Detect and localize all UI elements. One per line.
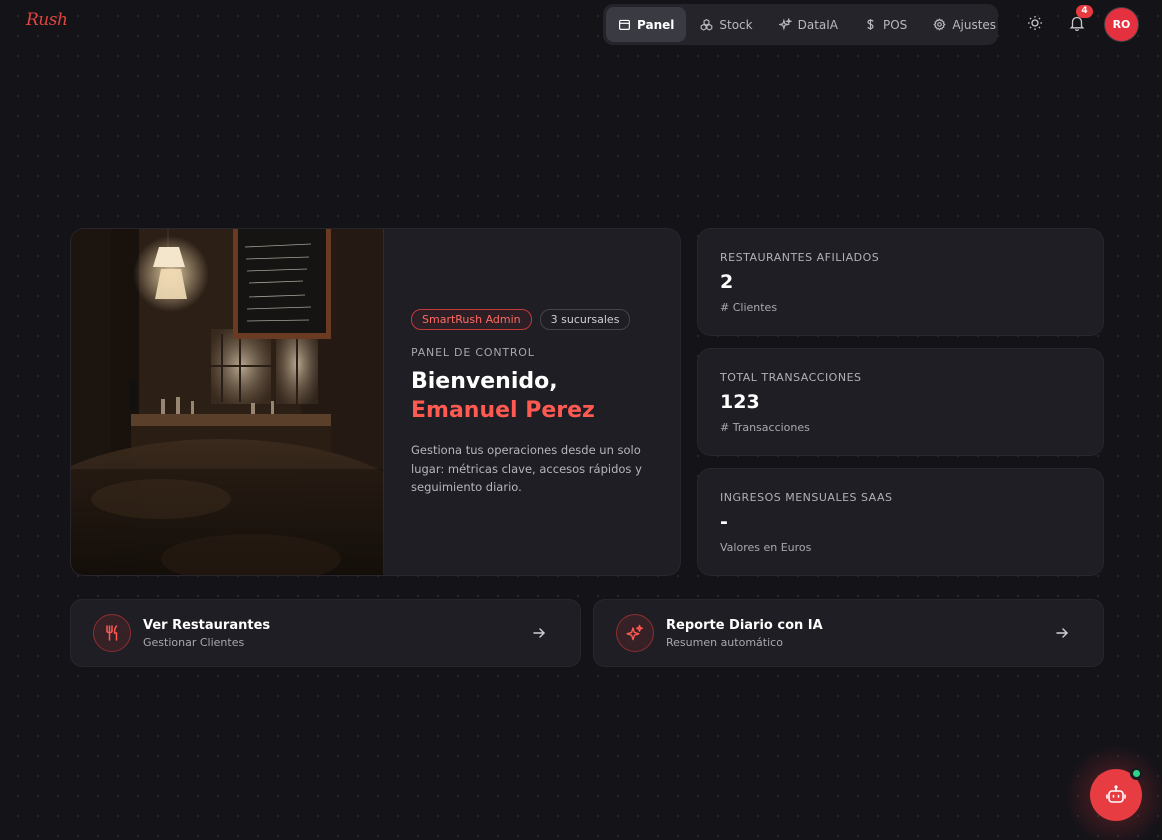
main-nav: Panel Stock DataIA POS Ajustes xyxy=(603,4,998,45)
ai-daily-report-card[interactable]: Reporte Diario con IA Resumen automático xyxy=(593,599,1104,667)
action-subtitle: Resumen automático xyxy=(666,636,783,649)
tab-pos[interactable]: POS xyxy=(852,7,919,42)
action-title: Reporte Diario con IA xyxy=(666,618,823,633)
tag-row: SmartRush Admin 3 sucursales xyxy=(411,309,631,330)
tab-label: Ajustes xyxy=(952,17,997,32)
welcome-title: Bienvenido, Emanuel Perez xyxy=(411,367,671,425)
stat-subtitle: # Clientes xyxy=(720,301,778,314)
role-pill: SmartRush Admin xyxy=(411,309,532,330)
stat-subtitle: # Transacciones xyxy=(720,421,810,434)
greeting-text: Bienvenido, xyxy=(411,369,558,394)
welcome-description: Gestiona tus operaciones desde un solo l… xyxy=(411,443,642,494)
stat-value: - xyxy=(720,511,728,533)
section-eyebrow: PANEL DE CONTROL xyxy=(411,346,535,359)
stat-card-revenue: INGRESOS MENSUALES SAAS - Valores en Eur… xyxy=(697,468,1104,576)
dollar-icon xyxy=(867,19,874,30)
gear-icon xyxy=(933,18,946,31)
stat-value: 123 xyxy=(720,391,760,413)
restaurant-illustration xyxy=(71,229,384,575)
stat-value: 2 xyxy=(720,271,734,293)
notification-badge: 4 xyxy=(1076,5,1093,18)
tab-ajustes[interactable]: Ajustes xyxy=(921,7,1008,42)
tab-stock[interactable]: Stock xyxy=(688,7,764,42)
restaurant-photo xyxy=(71,229,384,575)
sparkles-icon xyxy=(616,614,654,652)
arrow-right-icon xyxy=(1056,628,1068,638)
user-name: Emanuel Perez xyxy=(411,398,595,423)
action-title: Ver Restaurantes xyxy=(143,618,271,633)
tab-panel[interactable]: Panel xyxy=(606,7,687,42)
arrow-right-icon xyxy=(533,628,545,638)
online-status-dot xyxy=(1130,767,1143,780)
stat-card-transactions: TOTAL TRANSACCIONES 123 # Transacciones xyxy=(697,348,1104,456)
tab-label: Stock xyxy=(719,17,753,32)
branches-pill: 3 sucursales xyxy=(539,309,631,330)
stat-label: TOTAL TRANSACCIONES xyxy=(720,371,862,384)
stat-label: RESTAURANTES AFILIADOS xyxy=(720,251,880,264)
tab-label: Panel xyxy=(637,17,675,32)
stat-label: INGRESOS MENSUALES SAAS xyxy=(720,491,893,504)
boxes-icon xyxy=(701,18,713,31)
stat-subtitle: Valores en Euros xyxy=(720,541,812,554)
bot-icon xyxy=(1106,785,1126,803)
tab-label: DataIA xyxy=(797,17,838,32)
welcome-card: SmartRush Admin 3 sucursales PANEL DE CO… xyxy=(70,228,681,576)
tab-dataia[interactable]: DataIA xyxy=(767,7,850,42)
action-subtitle: Gestionar Clientes xyxy=(143,636,245,649)
sparkles-icon xyxy=(778,18,792,31)
brand-logo[interactable]: Rush xyxy=(26,10,68,30)
stat-card-restaurants: RESTAURANTES AFILIADOS 2 # Clientes xyxy=(697,228,1104,336)
tab-label: POS xyxy=(883,17,908,32)
calendar-icon xyxy=(619,19,630,30)
view-restaurants-card[interactable]: Ver Restaurantes Gestionar Clientes xyxy=(70,599,581,667)
sun-icon[interactable] xyxy=(1026,14,1044,32)
utensils-icon xyxy=(93,614,131,652)
user-avatar[interactable]: RO xyxy=(1105,8,1138,41)
